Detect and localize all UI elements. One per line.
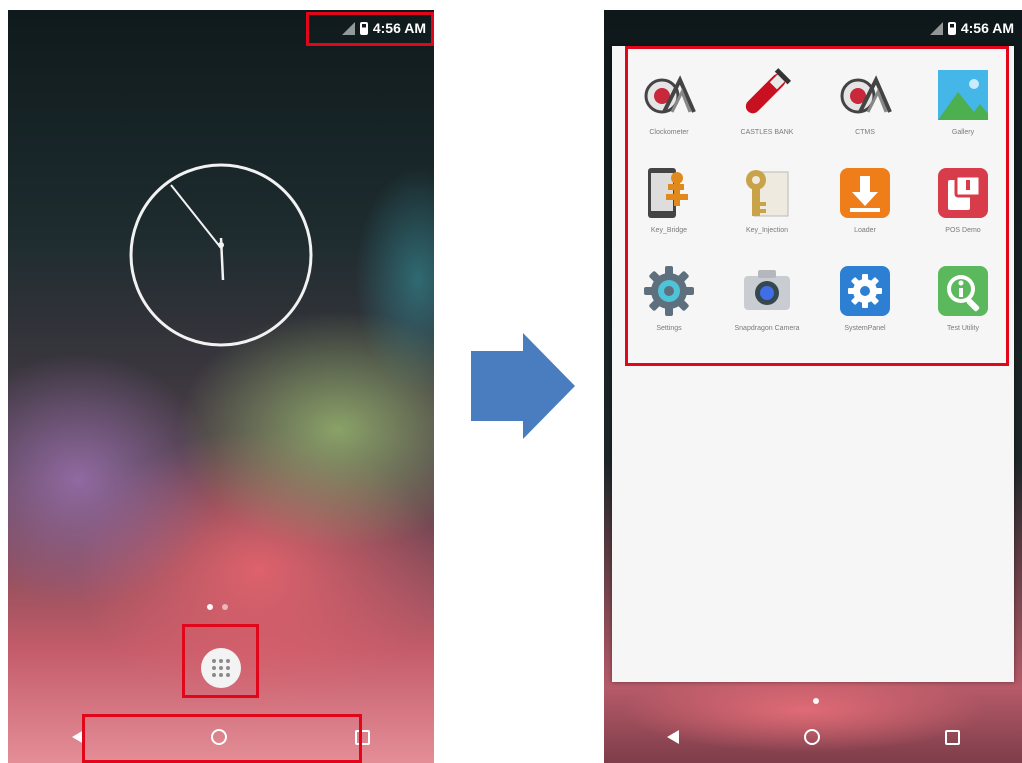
highlight-apps-grid [625,46,1009,366]
page-dot [222,604,228,610]
transition-arrow-icon [471,333,575,439]
clock-minute-hand [170,184,222,249]
analog-clock-widget[interactable] [126,160,316,350]
recent-apps-icon[interactable] [944,729,960,745]
page-indicator [813,698,819,704]
signal-icon [929,21,943,35]
highlight-app-drawer-button [182,624,259,698]
highlight-status-bar [306,12,434,46]
page-dot-active [207,604,213,610]
status-bar[interactable]: 4:56 AM [604,10,1022,46]
page-dot-active [813,698,819,704]
highlight-navigation-bar [82,714,362,763]
back-icon[interactable] [666,730,679,744]
battery-icon [947,21,956,35]
navigation-bar [604,711,1022,763]
home-icon[interactable] [803,729,820,745]
status-time: 4:56 AM [960,20,1014,36]
page-indicator [207,604,228,610]
clock-center [218,242,224,248]
